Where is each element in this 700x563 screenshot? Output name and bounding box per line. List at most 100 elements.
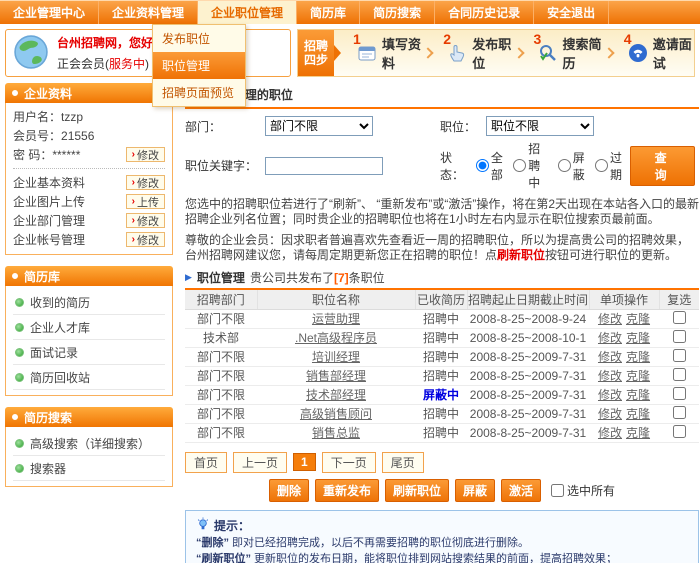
modify-basic-info-button[interactable]: ›修改 — [126, 175, 165, 190]
clone-link[interactable]: 克隆 — [626, 331, 650, 345]
pagination-first[interactable]: 首页 — [185, 452, 227, 473]
status-radio-expired[interactable] — [595, 159, 608, 172]
clone-link[interactable]: 克隆 — [626, 369, 650, 383]
modify-account-button[interactable]: ›修改 — [126, 232, 165, 247]
status-option-label[interactable]: 屏蔽 — [573, 149, 587, 183]
step-search-resume[interactable]: 3 搜索简历 — [524, 30, 604, 76]
green-dot-icon — [15, 439, 24, 448]
clone-link[interactable]: 克隆 — [626, 426, 650, 440]
password-row: 密 码：****** ›修改 — [13, 145, 165, 164]
modify-link[interactable]: 修改 — [598, 426, 622, 440]
job-title-link[interactable]: 销售部经理 — [306, 369, 366, 383]
row-select-checkbox[interactable] — [673, 425, 686, 438]
arrow-icon: › — [132, 234, 135, 245]
row-select-checkbox[interactable] — [673, 368, 686, 381]
row-select-checkbox[interactable] — [673, 330, 686, 343]
job-title-link[interactable]: 运营助理 — [312, 312, 360, 326]
step-invite-interview[interactable]: 4 邀请面试 — [614, 30, 694, 76]
pagination-page-1[interactable]: 1 — [293, 453, 316, 471]
search-button[interactable]: 查 询 — [630, 146, 695, 186]
header-band: 台州招聘网，您好！ 正会会员(服务中) 第2365 招聘四步 1 填写资料 2 — [5, 29, 695, 77]
block-button[interactable]: 屏蔽 — [455, 479, 495, 502]
nav-tab-management-center[interactable]: 企业管理中心 — [0, 1, 99, 24]
status-radio-all[interactable] — [476, 159, 489, 172]
chevron-right-icon — [513, 47, 524, 58]
nav-tab-resume-search[interactable]: 简历搜索 — [360, 1, 435, 24]
nav-tab-logout[interactable]: 安全退出 — [534, 1, 609, 24]
image-upload-row: 企业图片上传 ›上传 — [13, 192, 165, 211]
keyword-input[interactable] — [265, 157, 383, 175]
nav-tab-job-management[interactable]: 企业职位管理 — [198, 1, 297, 24]
divider — [13, 168, 165, 169]
table-row: 部门不限 培训经理 招聘中 2008-8-25~2009-7-31 修改克隆 — [185, 347, 699, 366]
pagination-last[interactable]: 尾页 — [382, 452, 424, 473]
top-navigation: 企业管理中心 企业资料管理 企业职位管理 简历库 简历搜索 合同历史记录 安全退… — [0, 0, 700, 24]
sidebar-link-account-manage[interactable]: 企业帐号管理 — [13, 231, 85, 248]
clone-link[interactable]: 克隆 — [626, 312, 650, 326]
sidebar-link-image-upload[interactable]: 企业图片上传 — [13, 193, 85, 210]
job-title-link[interactable]: 技术部经理 — [306, 388, 366, 402]
sidebar-item-search-agent[interactable]: 搜索器 — [13, 456, 165, 481]
row-select-checkbox[interactable] — [673, 349, 686, 362]
delete-button[interactable]: 删除 — [269, 479, 309, 502]
job-status-blocked: 屏蔽中 — [423, 388, 459, 402]
position-select[interactable]: 职位不限 — [486, 116, 594, 136]
arrow-icon: › — [132, 177, 135, 188]
pagination-next[interactable]: 下一页 — [322, 452, 376, 473]
refresh-job-inline-link[interactable]: 刷新职位 — [497, 248, 545, 262]
step-number: 3 — [534, 31, 542, 47]
table-row: 部门不限 销售部经理 招聘中 2008-8-25~2009-7-31 修改克隆 — [185, 366, 699, 385]
republish-button[interactable]: 重新发布 — [315, 479, 379, 502]
row-select-checkbox[interactable] — [673, 406, 686, 419]
steps-badge: 招聘四步 — [298, 30, 334, 76]
dept-select[interactable]: 部门不限 — [265, 116, 373, 136]
lightbulb-icon — [196, 517, 210, 535]
nav-tab-company-profile[interactable]: 企业资料管理 — [99, 1, 198, 24]
sidebar-link-basic-info[interactable]: 企业基本资料 — [13, 174, 85, 191]
status-radio-blocked[interactable] — [558, 159, 571, 172]
clone-link[interactable]: 克隆 — [626, 407, 650, 421]
sidebar-item-talent-pool[interactable]: 企业人才库 — [13, 315, 165, 340]
basic-info-row: 企业基本资料 ›修改 — [13, 173, 165, 192]
menu-item-page-preview[interactable]: 招聘页面预览 — [153, 79, 245, 106]
clone-link[interactable]: 克隆 — [626, 388, 650, 402]
select-all-checkbox[interactable] — [551, 484, 564, 497]
modify-password-button[interactable]: ›修改 — [126, 147, 165, 162]
step-publish-job[interactable]: 2 发布职位 — [433, 30, 513, 76]
modify-link[interactable]: 修改 — [598, 369, 622, 383]
modify-dept-button[interactable]: ›修改 — [126, 213, 165, 228]
sidebar-item-advanced-search[interactable]: 高级搜索（详细搜索） — [13, 431, 165, 456]
status-option-label[interactable]: 招聘中 — [528, 140, 549, 191]
modify-link[interactable]: 修改 — [598, 388, 622, 402]
account-manage-row: 企业帐号管理 ›修改 — [13, 230, 165, 249]
sidebar-link-dept-manage[interactable]: 企业部门管理 — [13, 212, 85, 229]
upload-image-button[interactable]: ›上传 — [126, 194, 165, 209]
pagination-prev[interactable]: 上一页 — [233, 452, 287, 473]
sidebar-item-resume-recycle[interactable]: 简历回收站 — [13, 365, 165, 390]
activate-button[interactable]: 激活 — [501, 479, 541, 502]
job-title-link[interactable]: 高级销售顾问 — [300, 407, 372, 421]
sidebar-item-interview-records[interactable]: 面试记录 — [13, 340, 165, 365]
modify-link[interactable]: 修改 — [598, 331, 622, 345]
col-ops: 单项操作 — [589, 289, 659, 309]
menu-item-manage-jobs[interactable]: 职位管理 — [153, 52, 245, 79]
menu-item-publish-job[interactable]: 发布职位 — [153, 25, 245, 52]
job-title-link[interactable]: 销售总监 — [312, 426, 360, 440]
status-option-label[interactable]: 全部 — [491, 149, 505, 183]
clone-link[interactable]: 克隆 — [626, 350, 650, 364]
nav-tab-resume-library[interactable]: 简历库 — [297, 1, 360, 24]
nav-tab-contract-history[interactable]: 合同历史记录 — [435, 1, 534, 24]
row-select-checkbox[interactable] — [673, 311, 686, 324]
status-option-label[interactable]: 过期 — [610, 149, 624, 183]
row-select-checkbox[interactable] — [673, 387, 686, 400]
status-radio-recruiting[interactable] — [513, 159, 526, 172]
modify-link[interactable]: 修改 — [598, 407, 622, 421]
step-fill-profile[interactable]: 1 填写资料 — [343, 30, 423, 76]
job-title-link[interactable]: .Net高级程序员 — [295, 331, 377, 345]
sidebar-item-received-resumes[interactable]: 收到的简历 — [13, 290, 165, 315]
modify-link[interactable]: 修改 — [598, 350, 622, 364]
job-title-link[interactable]: 培训经理 — [312, 350, 360, 364]
table-row: 部门不限 高级销售顾问 招聘中 2008-8-25~2009-7-31 修改克隆 — [185, 404, 699, 423]
modify-link[interactable]: 修改 — [598, 312, 622, 326]
refresh-jobs-button[interactable]: 刷新职位 — [385, 479, 449, 502]
